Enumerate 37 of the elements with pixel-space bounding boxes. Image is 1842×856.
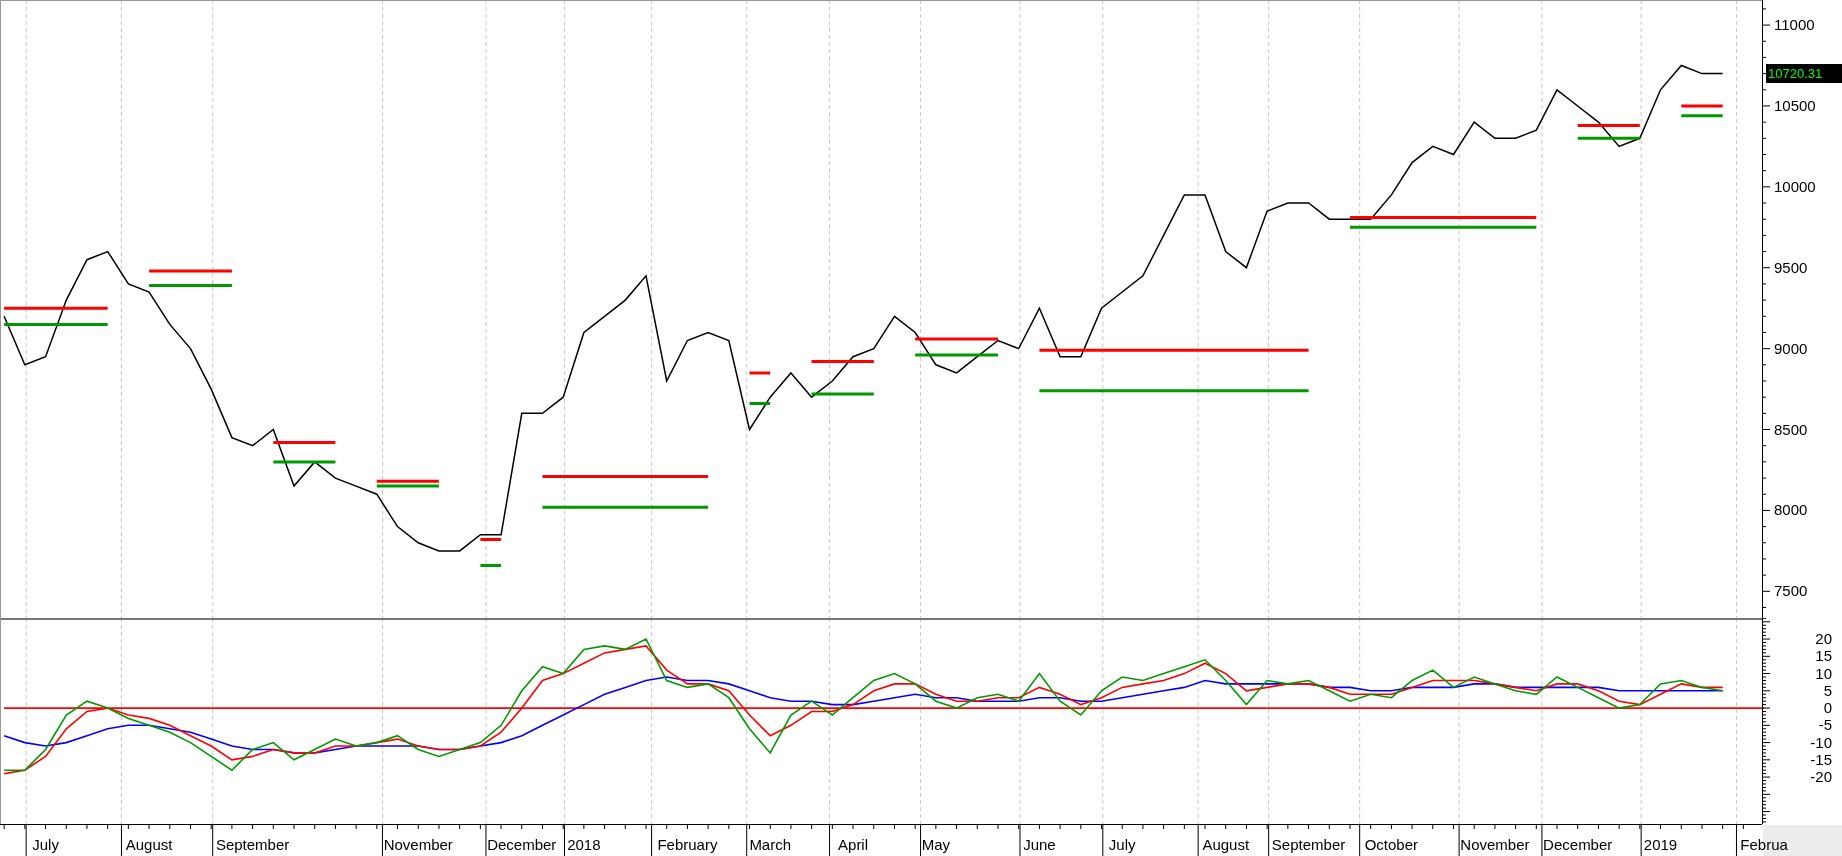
x-axis-label: February xyxy=(657,836,718,853)
y-axis-label: 0 xyxy=(1823,699,1832,717)
x-axis-label: September xyxy=(215,836,290,853)
x-axis-label: 2018 xyxy=(567,836,601,853)
x-axis-label: December xyxy=(1543,836,1613,853)
y-axis-label: 9000 xyxy=(1774,339,1808,357)
x-axis-label: October xyxy=(1364,836,1419,853)
x-axis-label: August xyxy=(1202,836,1250,853)
x-axis-label: July xyxy=(1108,836,1136,853)
y-axis-label: 8500 xyxy=(1774,420,1808,438)
y-axis-label: -20 xyxy=(1810,768,1832,786)
x-axis-label: March xyxy=(749,836,792,853)
y-axis-label: 5 xyxy=(1823,681,1832,699)
x-axis-label: June xyxy=(1023,836,1056,853)
y-axis-label: 10500 xyxy=(1774,96,1816,114)
y-axis-label: 20 xyxy=(1815,630,1832,648)
x-axis-label: July xyxy=(32,836,59,853)
x-axis-label: December xyxy=(487,836,557,853)
y-axis-label: 10 xyxy=(1815,664,1832,682)
y-axis-label: 9500 xyxy=(1774,258,1808,276)
x-axis-label: August xyxy=(125,836,173,853)
x-axis-label: September xyxy=(1271,836,1346,853)
y-axis-label: 11000 xyxy=(1774,16,1815,34)
x-axis-label: April xyxy=(838,836,869,853)
y-axis-label: 8000 xyxy=(1774,501,1808,519)
y-axis-label: 7500 xyxy=(1774,582,1808,600)
x-axis-label: Februa xyxy=(1740,836,1788,853)
x-axis-label: November xyxy=(1460,836,1530,853)
x-axis-label: May xyxy=(921,836,951,853)
y-axis-label: -10 xyxy=(1810,733,1832,751)
x-axis-label: November xyxy=(383,836,453,853)
last-price-label: 10720.31 xyxy=(1766,63,1842,83)
y-axis-label: -15 xyxy=(1810,750,1832,768)
y-axis-label: 15 xyxy=(1815,647,1832,665)
y-axis-label: 10000 xyxy=(1774,177,1816,195)
y-axis-label: -5 xyxy=(1818,716,1832,734)
x-axis-label: 2019 xyxy=(1643,836,1678,853)
